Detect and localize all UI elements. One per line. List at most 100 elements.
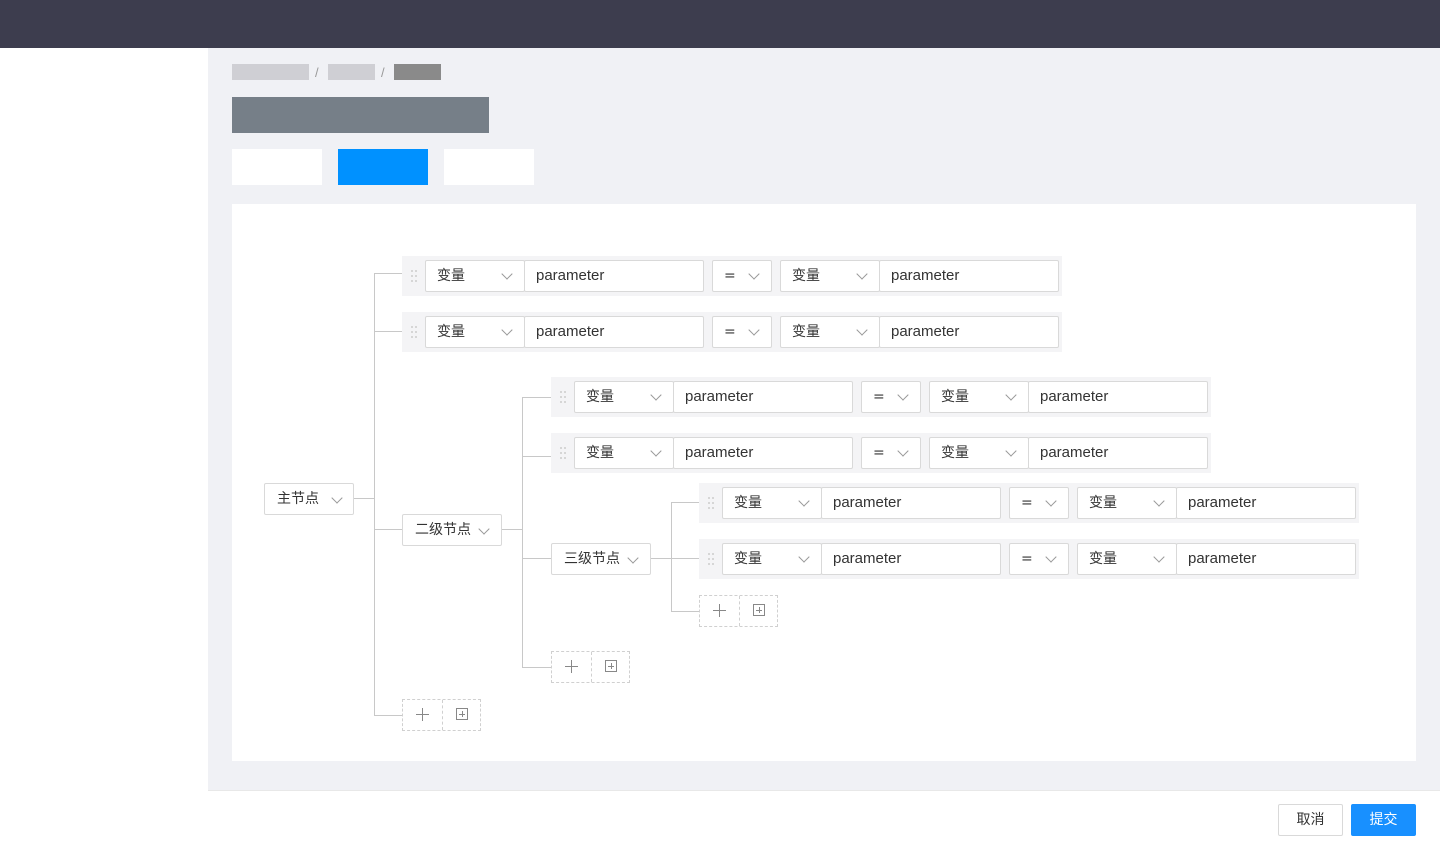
- left-type-label: 变量: [586, 389, 614, 405]
- add-group-icon[interactable]: [591, 652, 630, 682]
- right-type-select[interactable]: 变量: [780, 316, 880, 348]
- operator-select[interactable]: =: [712, 316, 772, 348]
- left-type-select[interactable]: 变量: [425, 316, 525, 348]
- chevron-down-icon: [478, 523, 490, 535]
- connector-line: [522, 397, 551, 398]
- level3-node-label: 三级节点: [564, 551, 620, 567]
- right-type-select[interactable]: 变量: [929, 437, 1029, 469]
- sidebar: [0, 48, 208, 850]
- right-type-select[interactable]: 变量: [1077, 543, 1177, 575]
- chevron-down-icon: [798, 495, 810, 507]
- connector-line: [374, 529, 402, 530]
- chevron-down-icon: [331, 492, 343, 504]
- left-value-input[interactable]: parameter: [673, 437, 853, 469]
- drag-handle-icon[interactable]: [559, 445, 567, 461]
- drag-handle-icon[interactable]: [707, 495, 715, 511]
- level3-node-select[interactable]: 三级节点: [551, 543, 651, 575]
- chevron-down-icon: [1153, 551, 1165, 563]
- operator-label: =: [724, 268, 736, 284]
- operator-label: =: [1021, 551, 1033, 567]
- chevron-down-icon: [1005, 389, 1017, 401]
- left-type-select[interactable]: 变量: [574, 437, 674, 469]
- operator-label: =: [873, 445, 885, 461]
- left-type-select[interactable]: 变量: [574, 381, 674, 413]
- right-type-label: 变量: [1089, 495, 1117, 511]
- right-value-input[interactable]: parameter: [1176, 543, 1356, 575]
- chevron-down-icon: [897, 445, 909, 457]
- connector-line: [522, 397, 523, 667]
- left-type-label: 变量: [437, 268, 465, 284]
- right-type-select[interactable]: 变量: [1077, 487, 1177, 519]
- operator-label: =: [873, 389, 885, 405]
- operator-select[interactable]: =: [1009, 487, 1069, 519]
- condition-row: 变量 parameter = 变量 parameter: [699, 539, 1359, 579]
- connector-line: [522, 558, 551, 559]
- connector-line: [671, 611, 699, 612]
- plus-icon[interactable]: [552, 652, 591, 682]
- add-condition-group-root: [402, 699, 481, 731]
- add-condition-group-level3: [699, 595, 778, 627]
- operator-select[interactable]: =: [861, 381, 921, 413]
- chevron-down-icon: [501, 324, 513, 336]
- operator-label: =: [1021, 495, 1033, 511]
- root-node-select[interactable]: 主节点: [264, 483, 354, 515]
- chevron-down-icon: [748, 324, 760, 336]
- condition-row: 变量 parameter = 变量 parameter: [402, 256, 1062, 296]
- right-type-select[interactable]: 变量: [780, 260, 880, 292]
- left-type-select[interactable]: 变量: [425, 260, 525, 292]
- operator-select[interactable]: =: [861, 437, 921, 469]
- connector-line: [374, 715, 402, 716]
- right-type-label: 变量: [792, 268, 820, 284]
- connector-line: [671, 502, 672, 611]
- chevron-down-icon: [650, 389, 662, 401]
- plus-icon[interactable]: [403, 700, 442, 730]
- right-type-label: 变量: [941, 389, 969, 405]
- chevron-down-icon: [1045, 551, 1057, 563]
- left-value-input[interactable]: parameter: [524, 260, 704, 292]
- chevron-down-icon: [1045, 495, 1057, 507]
- drag-handle-icon[interactable]: [410, 268, 418, 284]
- left-type-select[interactable]: 变量: [722, 487, 822, 519]
- right-value-input[interactable]: parameter: [879, 260, 1059, 292]
- tab-1[interactable]: [232, 149, 322, 185]
- submit-button[interactable]: 提交: [1351, 804, 1416, 836]
- root-node-label: 主节点: [277, 491, 319, 507]
- left-value-input[interactable]: parameter: [821, 487, 1001, 519]
- cancel-button[interactable]: 取消: [1278, 804, 1343, 836]
- tab-3[interactable]: [444, 149, 534, 185]
- add-group-icon[interactable]: [442, 700, 481, 730]
- connector-line: [374, 331, 402, 332]
- connector-line: [374, 273, 402, 274]
- drag-handle-icon[interactable]: [410, 324, 418, 340]
- operator-select[interactable]: =: [712, 260, 772, 292]
- add-group-icon[interactable]: [739, 596, 778, 626]
- right-value-input[interactable]: parameter: [1176, 487, 1356, 519]
- breadcrumb-item-current: [394, 64, 441, 80]
- breadcrumb-item-2[interactable]: [328, 64, 375, 80]
- tab-2-active[interactable]: [338, 149, 428, 185]
- left-value-input[interactable]: parameter: [821, 543, 1001, 575]
- page-title: [232, 97, 489, 133]
- level2-node-select[interactable]: 二级节点: [402, 514, 502, 546]
- connector-line: [671, 502, 699, 503]
- operator-select[interactable]: =: [1009, 543, 1069, 575]
- level2-node-label: 二级节点: [415, 522, 471, 538]
- drag-handle-icon[interactable]: [559, 389, 567, 405]
- right-value-input[interactable]: parameter: [1028, 437, 1208, 469]
- right-type-label: 变量: [1089, 551, 1117, 567]
- condition-row: 变量 parameter = 变量 parameter: [699, 483, 1359, 523]
- left-type-label: 变量: [734, 495, 762, 511]
- plus-icon[interactable]: [700, 596, 739, 626]
- chevron-down-icon: [748, 268, 760, 280]
- left-value-input[interactable]: parameter: [524, 316, 704, 348]
- right-value-input[interactable]: parameter: [879, 316, 1059, 348]
- chevron-down-icon: [798, 551, 810, 563]
- left-value-input[interactable]: parameter: [673, 381, 853, 413]
- drag-handle-icon[interactable]: [707, 551, 715, 567]
- connector-line: [374, 273, 375, 715]
- right-value-input[interactable]: parameter: [1028, 381, 1208, 413]
- footer-bar: [208, 790, 1440, 850]
- right-type-select[interactable]: 变量: [929, 381, 1029, 413]
- left-type-select[interactable]: 变量: [722, 543, 822, 575]
- breadcrumb-item-1[interactable]: [232, 64, 309, 80]
